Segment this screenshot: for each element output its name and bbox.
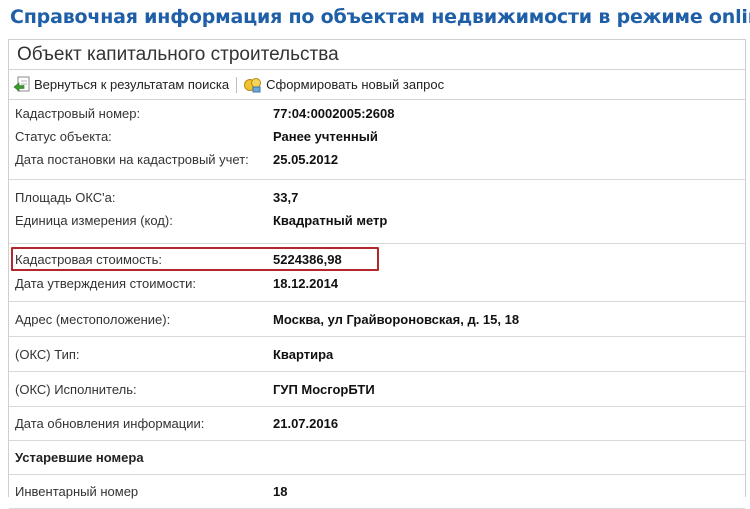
field-status: Статус объекта: Ранее учтенный bbox=[9, 125, 745, 148]
field-value: Квадратный метр bbox=[273, 213, 388, 228]
page-title: Справочная информация по объектам недвиж… bbox=[10, 6, 750, 28]
field-label: Площадь ОКС'а: bbox=[15, 190, 116, 205]
back-arrow-icon bbox=[13, 76, 30, 92]
field-address: Адрес (местоположение): Москва, ул Грайв… bbox=[9, 302, 745, 336]
field-oks-type: (ОКС) Тип: Квартира bbox=[9, 337, 745, 371]
new-request-button[interactable]: Сформировать новый запрос bbox=[243, 76, 444, 94]
back-to-results-button[interactable]: Вернуться к результатам поиска bbox=[13, 76, 229, 94]
field-label: Кадастровый номер: bbox=[15, 106, 141, 121]
field-label: Адрес (местоположение): bbox=[15, 311, 171, 327]
area-group: Площадь ОКС'а: 33,7 Единица измерения (к… bbox=[9, 186, 745, 244]
field-unit: Единица измерения (код): Квадратный метр bbox=[9, 209, 745, 232]
property-details: Кадастровый номер: 77:04:0002005:2608 Ст… bbox=[9, 102, 745, 509]
field-update-date: Дата обновления информации: 21.07.2016 bbox=[9, 407, 745, 440]
toolbar-divider bbox=[236, 76, 238, 93]
value-group: Кадастровая стоимость: 5224386,98 Дата у… bbox=[9, 246, 745, 302]
new-request-label: Сформировать новый запрос bbox=[266, 77, 445, 92]
field-value: 33,7 bbox=[273, 190, 299, 205]
field-label: (ОКС) Исполнитель: bbox=[15, 381, 137, 397]
object-panel: Объект капитального строительства Вернут… bbox=[8, 39, 746, 509]
registration-group: Кадастровый номер: 77:04:0002005:2608 Ст… bbox=[9, 102, 745, 180]
field-value: Квартира bbox=[273, 346, 334, 362]
back-to-results-label: Вернуться к результатам поиска bbox=[34, 77, 230, 92]
field-value: Ранее учтенный bbox=[273, 129, 378, 144]
cadastral-value-highlight bbox=[11, 247, 379, 271]
panel-title: Объект капитального строительства bbox=[9, 40, 745, 70]
field-value: 21.07.2016 bbox=[273, 416, 339, 431]
field-value: 18.12.2014 bbox=[273, 275, 339, 291]
executor-group: (ОКС) Исполнитель: ГУП МосгорБТИ bbox=[9, 372, 745, 407]
field-label: Дата постановки на кадастровый учет: bbox=[15, 152, 249, 167]
field-value: 77:04:0002005:2608 bbox=[273, 106, 395, 121]
field-value-approval-date: Дата утверждения стоимости: 18.12.2014 bbox=[9, 272, 745, 294]
obsolete-numbers-header: Устаревшие номера bbox=[9, 441, 745, 475]
page-header: Справочная информация по объектам недвиж… bbox=[0, 0, 750, 38]
field-cadastral-value: Кадастровая стоимость: 5224386,98 bbox=[9, 246, 745, 272]
field-registration-date: Дата постановки на кадастровый учет: 25.… bbox=[9, 148, 745, 171]
field-label: Дата утверждения стоимости: bbox=[15, 275, 196, 291]
field-area: Площадь ОКС'а: 33,7 bbox=[9, 186, 745, 209]
toolbar: Вернуться к результатам поиска Сформиров… bbox=[9, 70, 745, 100]
field-label: (ОКС) Тип: bbox=[15, 346, 80, 362]
field-value: Москва, ул Грайвороновская, д. 15, 18 bbox=[273, 311, 520, 327]
field-value: 25.05.2012 bbox=[273, 152, 339, 167]
obsolete-numbers-title: Устаревшие номера bbox=[15, 450, 144, 465]
field-label: Статус объекта: bbox=[15, 129, 112, 144]
update-group: Дата обновления информации: 21.07.2016 bbox=[9, 407, 745, 441]
field-value: ГУП МосгорБТИ bbox=[273, 381, 375, 397]
field-inventory-number: Инвентарный номер 18 bbox=[9, 475, 745, 508]
obsolete-numbers-group: Инвентарный номер 18 bbox=[9, 475, 745, 509]
new-request-icon bbox=[244, 77, 262, 92]
field-label: Дата обновления информации: bbox=[15, 416, 205, 431]
field-oks-executor: (ОКС) Исполнитель: ГУП МосгорБТИ bbox=[9, 372, 745, 406]
address-group: Адрес (местоположение): Москва, ул Грайв… bbox=[9, 302, 745, 337]
field-cadastral-number: Кадастровый номер: 77:04:0002005:2608 bbox=[9, 102, 745, 125]
field-label: Единица измерения (код): bbox=[15, 213, 173, 228]
type-group: (ОКС) Тип: Квартира bbox=[9, 337, 745, 372]
